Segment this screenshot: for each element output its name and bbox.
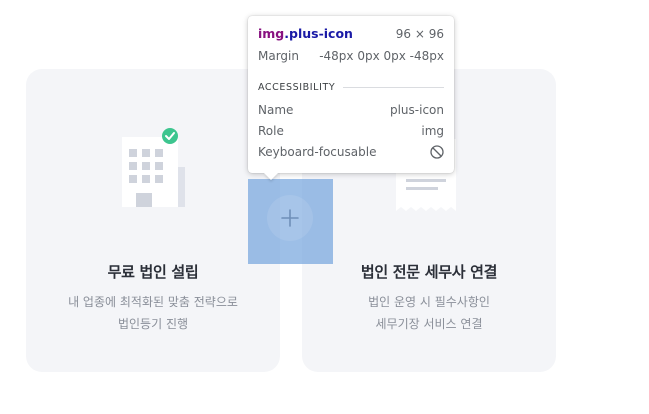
card-description-line: 내 업종에 최적화된 맞춤 전략으로 <box>68 295 238 309</box>
card-title: 법인 전문 세무사 연결 <box>360 263 498 281</box>
name-label: Name <box>258 103 294 117</box>
margin-value: -48px 0px 0px -48px <box>319 49 444 63</box>
card-description: 내 업종에 최적화된 맞춤 전략으로 법인등기 진행 <box>26 291 280 335</box>
role-row: Role img <box>258 124 444 138</box>
plus-icon <box>281 209 299 227</box>
not-allowed-icon <box>430 145 444 159</box>
element-name: img.plus-icon <box>258 26 353 41</box>
name-value: plus-icon <box>389 103 444 117</box>
role-value: img <box>421 124 444 138</box>
element-size: 96 × 96 <box>395 26 444 41</box>
card-title: 무료 법인 설립 <box>107 263 199 281</box>
section-title: ACCESSIBILITY <box>258 82 336 93</box>
card-description-line: 세무기장 서비스 연결 <box>375 317 483 331</box>
card-description-line: 법인등기 진행 <box>117 317 189 331</box>
card-description: 법인 운영 시 필수사항인 세무기장 서비스 연결 <box>302 291 556 335</box>
building-check-icon <box>122 128 185 207</box>
element-tag: img <box>258 26 285 41</box>
plus-icon-highlight <box>248 179 333 264</box>
focusable-label: Keyboard-focusable <box>258 145 377 159</box>
card-description-line: 법인 운영 시 필수사항인 <box>368 295 490 309</box>
tooltip-arrow <box>264 173 278 180</box>
card-free-incorporation[interactable]: 무료 법인 설립 내 업종에 최적화된 맞춤 전략으로 법인등기 진행 <box>26 69 280 372</box>
focusable-row: Keyboard-focusable <box>258 145 444 159</box>
margin-row: Margin -48px 0px 0px -48px <box>258 49 444 63</box>
role-label: Role <box>258 124 284 138</box>
section-divider <box>343 87 444 88</box>
accessibility-section-header: ACCESSIBILITY <box>258 82 444 93</box>
margin-label: Margin <box>258 49 299 63</box>
tooltip-header: img.plus-icon 96 × 96 <box>258 26 444 41</box>
inspector-tooltip: img.plus-icon 96 × 96 Margin -48px 0px 0… <box>248 16 454 180</box>
element-class: .plus-icon <box>284 26 353 41</box>
name-row: Name plus-icon <box>258 103 444 117</box>
